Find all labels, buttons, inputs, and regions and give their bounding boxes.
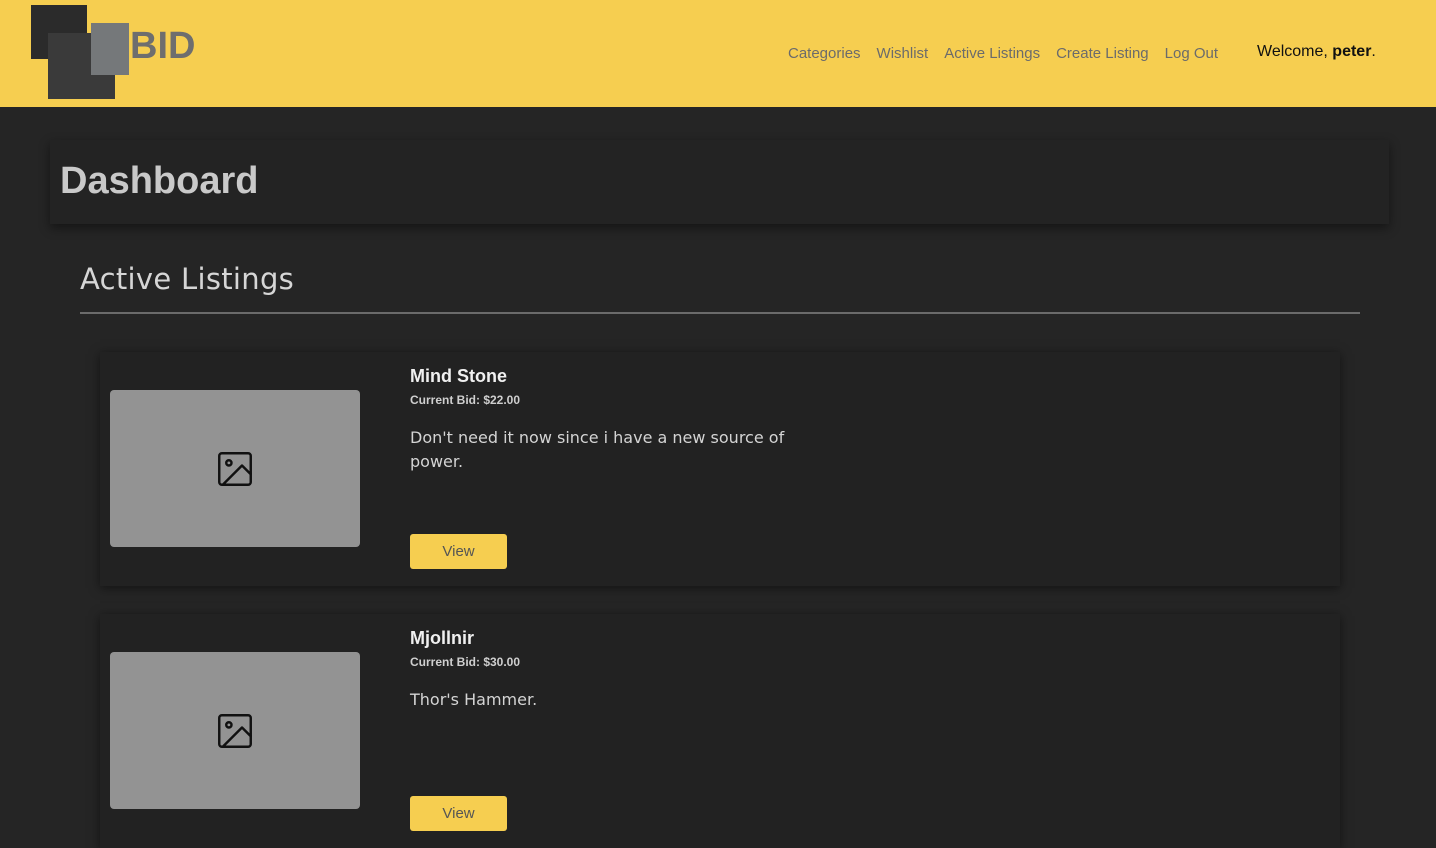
logo-text: BID (130, 25, 196, 67)
dashboard-banner: Dashboard (50, 140, 1389, 224)
welcome-username: peter (1332, 43, 1372, 60)
site-logo[interactable]: BID (31, 5, 201, 100)
image-placeholder-icon (218, 713, 252, 748)
site-header: BID Categories Wishlist Active Listings … (0, 0, 1436, 107)
image-placeholder-icon (218, 451, 252, 486)
listing-title: Mjollnir (410, 628, 474, 648)
listing-image[interactable] (110, 652, 360, 809)
welcome-message: Welcome, peter. (1257, 43, 1376, 61)
listing-description: Thor's Hammer. (410, 690, 538, 709)
main-nav: Categories Wishlist Active Listings Crea… (788, 43, 1234, 63)
page-title: Dashboard (60, 160, 259, 202)
nav-categories[interactable]: Categories (788, 45, 861, 62)
nav-log-out[interactable]: Log Out (1165, 45, 1218, 62)
welcome-suffix: . (1371, 43, 1376, 60)
view-button[interactable]: View (410, 796, 507, 831)
nav-wishlist[interactable]: Wishlist (877, 45, 929, 62)
listing-card: Mind Stone Current Bid: $22.00 Don't nee… (100, 352, 1340, 586)
listing-title: Mind Stone (410, 366, 507, 386)
listing-current-bid: Current Bid: $30.00 (410, 655, 521, 669)
listing-image[interactable] (110, 390, 360, 547)
listing-description: Don't need it now since i have a new sou… (410, 428, 785, 471)
listing-current-bid: Current Bid: $22.00 (410, 393, 521, 407)
view-button[interactable]: View (410, 534, 507, 569)
nav-active-listings[interactable]: Active Listings (944, 45, 1040, 62)
nav-create-listing[interactable]: Create Listing (1056, 45, 1149, 62)
logo-square-gray (91, 23, 129, 75)
listing-card: Mjollnir Current Bid: $30.00 Thor's Hamm… (100, 614, 1340, 848)
section-divider (80, 312, 1360, 314)
welcome-prefix: Welcome, (1257, 43, 1328, 60)
section-title: Active Listings (80, 262, 295, 296)
